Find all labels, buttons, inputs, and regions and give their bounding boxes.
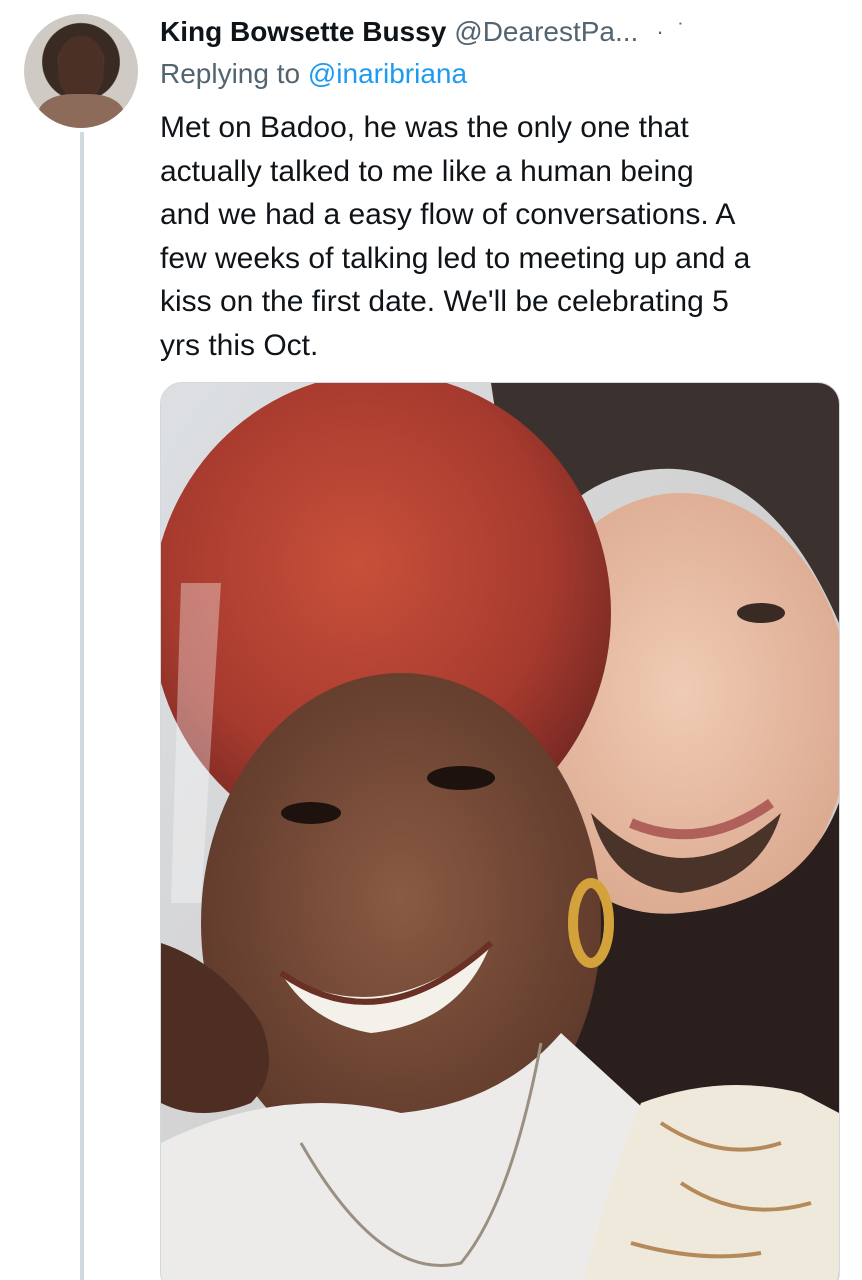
reply-mention-link[interactable]: @inaribriana <box>308 58 467 89</box>
more-options-icon[interactable]: · ˙ <box>656 19 689 45</box>
thread-connector-line <box>80 132 84 1280</box>
tweet-header: King Bowsette Bussy @DearestPa... · ˙ <box>160 12 850 52</box>
avatar-shirt <box>38 94 124 128</box>
tweet: King Bowsette Bussy @DearestPa... · ˙ Re… <box>0 0 862 1280</box>
author-handle[interactable]: @DearestPa... <box>454 16 638 48</box>
replying-to: Replying to @inaribriana <box>160 58 467 90</box>
tweet-text-line: and we had a easy flow of conversations.… <box>160 198 736 231</box>
selfie-photo-illustration <box>161 383 839 1280</box>
replying-to-label: Replying to <box>160 58 301 89</box>
avatar-face <box>58 36 104 100</box>
tweet-text-line: yrs this Oct. <box>160 328 319 362</box>
author-display-name[interactable]: King Bowsette Bussy <box>160 16 446 48</box>
tweet-text-line: Met on Badoo, he was the only one that <box>160 111 689 144</box>
tweet-photo[interactable] <box>160 382 840 1280</box>
tweet-text-line: few weeks of talking led to meeting up a… <box>160 241 751 275</box>
tweet-text-line: actually talked to me like a human being <box>160 154 694 188</box>
tweet-text: Met on Badoo, he was the only one that a… <box>160 106 840 367</box>
tweet-text-line: kiss on the first date. We'll be celebra… <box>160 285 729 318</box>
avatar[interactable] <box>24 14 138 128</box>
